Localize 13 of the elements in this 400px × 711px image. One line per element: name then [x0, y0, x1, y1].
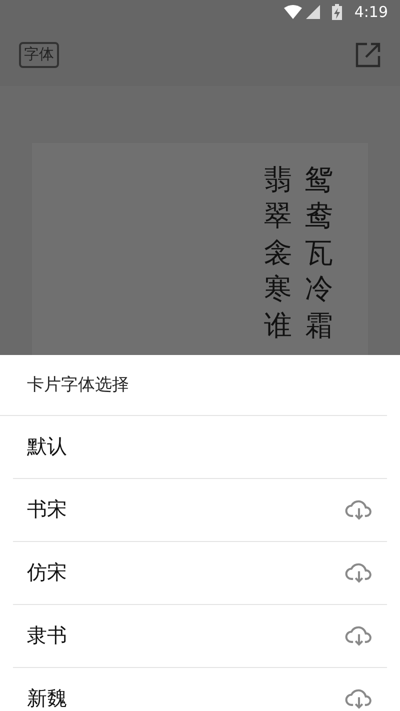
poem-line: 鸳鸯瓦冷霜: [305, 164, 333, 344]
font-option[interactable]: 书宋: [13, 479, 387, 542]
wifi-icon: [284, 5, 302, 19]
share-icon[interactable]: [355, 42, 381, 68]
signal-icon: [306, 5, 320, 19]
font-option[interactable]: 新魏: [13, 668, 387, 711]
font-option[interactable]: 默认: [13, 416, 387, 479]
font-option[interactable]: 仿宋: [13, 542, 387, 605]
battery-charging-icon: [332, 4, 342, 20]
font-option[interactable]: 隶书: [13, 605, 387, 668]
status-time: 4:19: [354, 2, 388, 23]
sheet-title: 卡片字体选择: [27, 374, 129, 396]
poem-line: 翡翠衾寒谁: [264, 164, 292, 344]
